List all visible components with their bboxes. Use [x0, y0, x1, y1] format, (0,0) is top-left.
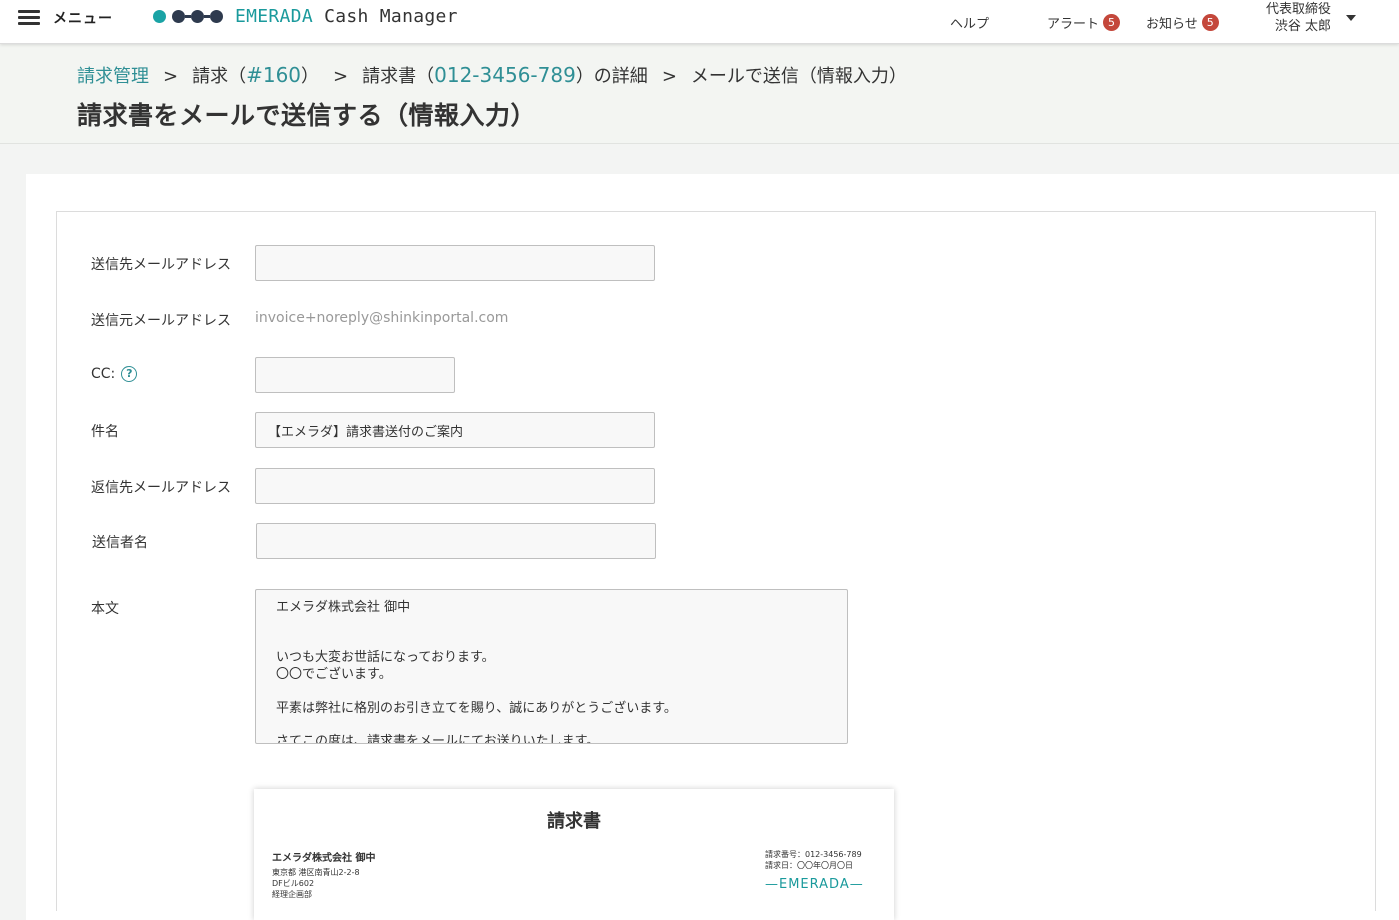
subject-input[interactable] — [255, 412, 655, 448]
cc-input[interactable] — [255, 357, 455, 393]
cc-label: CC: — [91, 366, 116, 382]
help-icon[interactable]: ? — [121, 366, 138, 382]
logo-brand: EMERADA — [235, 6, 313, 27]
breadcrumb-invoice-link[interactable]: #160 — [246, 63, 301, 87]
user-role: 代表取締役 — [1266, 2, 1332, 17]
body-textarea[interactable]: エメラダ株式会社 御中 いつも大変お世話になっております。 〇〇でございます。 … — [255, 589, 848, 744]
preview-meta: 請求番号：012-3456-789 請求日：〇〇年〇月〇日 — [765, 850, 862, 870]
from-email-label: 送信元メールアドレス — [91, 313, 231, 329]
sender-name-label: 送信者名 — [92, 535, 148, 551]
user-menu[interactable]: 代表取締役 渋谷 太郎 — [1266, 1, 1331, 35]
breadcrumb-current: メールで送信（情報入力） — [690, 66, 907, 87]
notice-label: お知らせ — [1146, 16, 1198, 32]
app-logo[interactable]: EMERADA Cash Manager — [153, 6, 458, 27]
cc-label-row: CC:? — [91, 366, 138, 382]
breadcrumb-document-link[interactable]: 012-3456-789 — [434, 63, 576, 87]
preview-client: エメラダ株式会社 御中 — [272, 853, 376, 864]
breadcrumb-invoice-prefix: 請求（ — [192, 66, 247, 87]
body-line: いつも大変お世話になっております。 — [276, 650, 495, 665]
preview-title: 請求書 — [547, 811, 601, 832]
to-email-label: 送信先メールアドレス — [91, 257, 231, 273]
body-line: さてこの度は、請求書をメールにてお送りいたします。 — [276, 734, 600, 744]
reply-to-label: 返信先メールアドレス — [91, 480, 231, 496]
breadcrumb-invoice-suffix: ） — [301, 66, 320, 87]
breadcrumb-document-suffix: ）の詳細 — [575, 66, 648, 87]
breadcrumb-document-prefix: 請求書（ — [362, 66, 435, 87]
from-email-value: invoice+noreply@shinkinportal.com — [255, 310, 509, 326]
user-name: 渋谷 太郎 — [1274, 19, 1332, 34]
breadcrumb-separator: > — [333, 66, 349, 87]
preview-address: 東京都 港区南青山2-2-8 DFビル602 経理企画部 — [272, 868, 360, 899]
menu-button[interactable]: メニュー — [18, 8, 113, 28]
alert-link[interactable]: アラート 5 — [1047, 13, 1121, 32]
notice-count-badge: 5 — [1201, 13, 1219, 31]
chevron-down-icon[interactable] — [1346, 15, 1356, 21]
logo-product: Cash Manager — [312, 6, 458, 27]
alert-count-badge: 5 — [1103, 13, 1121, 31]
breadcrumb: 請求管理 > 請求（ #160 ） > 請求書（ 012-3456-789 ）の… — [77, 62, 907, 88]
breadcrumb-separator: > — [661, 66, 677, 87]
logo-dots-icon — [153, 10, 223, 23]
top-navigation-bar: メニュー EMERADA Cash Manager ヘルプ アラート 5 お知ら… — [0, 0, 1399, 44]
page-title: 請求書をメールで送信する（情報入力） — [77, 101, 537, 130]
body-line: 〇〇でございます。 — [276, 667, 392, 682]
preview-logo: —EMERADA— — [765, 877, 864, 892]
invoice-preview: 請求書 エメラダ株式会社 御中 東京都 港区南青山2-2-8 DFビル602 経… — [254, 789, 894, 920]
subject-label: 件名 — [91, 424, 119, 440]
menu-label: メニュー — [53, 11, 113, 27]
help-link[interactable]: ヘルプ — [950, 13, 989, 32]
sender-name-input[interactable] — [256, 523, 656, 559]
body-line: 平素は弊社に格別のお引き立てを賜り、誠にありがとうございます。 — [276, 701, 677, 716]
breadcrumb-separator: > — [163, 66, 179, 87]
hamburger-icon — [18, 10, 40, 26]
breadcrumb-invoice-management[interactable]: 請求管理 — [77, 62, 149, 88]
body-line: エメラダ株式会社 御中 — [276, 600, 411, 615]
to-email-input[interactable] — [255, 245, 655, 281]
notice-link[interactable]: お知らせ 5 — [1146, 13, 1219, 32]
body-label: 本文 — [91, 601, 119, 617]
reply-to-input[interactable] — [255, 468, 655, 504]
alert-label: アラート — [1047, 16, 1100, 32]
